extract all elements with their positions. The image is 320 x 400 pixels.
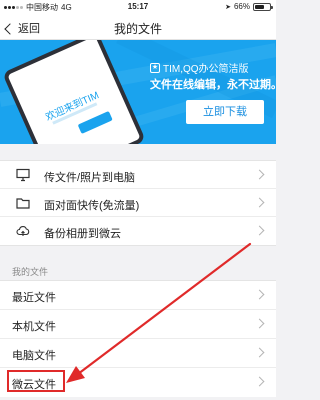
- status-bar: 中国移动 4G 15:17 ➤ 66%: [0, 0, 276, 14]
- files-section-title: 我的文件: [12, 267, 49, 277]
- files-item-recent[interactable]: 最近文件: [0, 281, 276, 310]
- monitor-icon: [16, 168, 30, 182]
- chevron-right-icon: [254, 376, 265, 387]
- phone-login-button: [77, 110, 113, 134]
- banner-brand-text: TIM,QQ办公简洁版: [163, 64, 249, 75]
- chevron-right-icon: [254, 169, 265, 180]
- tim-promo-banner[interactable]: 欢迎来到TIM ★ TIM,QQ办公简洁版 文件在线编辑，永不过期。 立即下载: [0, 40, 276, 144]
- quick-action-label: 传文件/照片到电脑: [44, 172, 136, 184]
- chevron-right-icon: [254, 347, 265, 358]
- chevron-right-icon: [254, 225, 265, 236]
- page-title: 我的文件: [113, 22, 162, 36]
- banner-brand: ★ TIM,QQ办公简洁版: [150, 60, 249, 75]
- files-item-computer[interactable]: 电脑文件: [0, 339, 276, 368]
- files-item-local[interactable]: 本机文件: [0, 310, 276, 339]
- quick-action-label: 备份相册到微云: [44, 228, 121, 240]
- quick-actions-list: 传文件/照片到电脑 面对面快传(免流量) 备份相册到微云: [0, 160, 276, 246]
- chevron-right-icon: [254, 197, 265, 208]
- chevron-right-icon: [254, 318, 265, 329]
- banner-slogan: 文件在线编辑，永不过期。: [150, 79, 276, 91]
- cloud-upload-icon: [16, 226, 30, 236]
- annotation-highlight-box: [7, 370, 65, 392]
- star-icon: ★: [150, 62, 160, 73]
- quick-action-backup-album[interactable]: 备份相册到微云: [0, 217, 276, 245]
- quick-action-face-to-face[interactable]: 面对面快传(免流量): [0, 189, 276, 217]
- navigation-bar: 返回 我的文件: [0, 14, 276, 40]
- quick-action-transfer-to-pc[interactable]: 传文件/照片到电脑: [0, 161, 276, 189]
- battery-percent: 66%: [233, 2, 250, 11]
- files-item-label: 本机文件: [12, 321, 56, 333]
- download-button[interactable]: 立即下载: [186, 100, 264, 124]
- chevron-right-icon: [254, 289, 265, 300]
- location-icon: ➤: [225, 3, 231, 11]
- quick-action-label: 面对面快传(免流量): [44, 200, 140, 212]
- status-right: ➤ 66%: [225, 2, 273, 11]
- files-item-label: 最近文件: [12, 292, 56, 304]
- files-item-label: 电脑文件: [12, 350, 56, 362]
- battery-icon: [253, 2, 273, 11]
- folder-icon: [16, 198, 30, 209]
- battery-level: [255, 4, 265, 9]
